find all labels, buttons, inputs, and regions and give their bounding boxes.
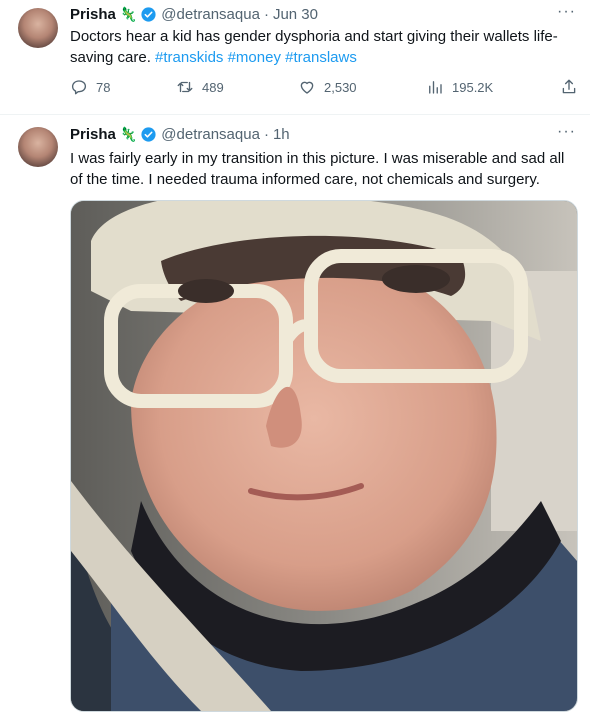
tweet-header: Prisha 🦎 @detransaqua · Jun 30	[70, 6, 318, 23]
hashtag-link[interactable]: #money	[228, 49, 281, 66]
tweet-text: I was fairly early in my transition in t…	[70, 150, 565, 188]
retweet-button[interactable]: 489	[176, 78, 224, 96]
tweet[interactable]: Prisha 🦎 @detransaqua · 1h ··· I was fai…	[0, 115, 590, 717]
reply-button[interactable]: 78	[70, 78, 110, 96]
separator-dot: ·	[263, 126, 269, 143]
avatar[interactable]	[18, 8, 58, 48]
author-handle[interactable]: @detransaqua	[161, 6, 260, 23]
share-icon	[562, 79, 576, 94]
tweet-actions: 78 489 2,530 195.2K	[70, 78, 580, 100]
views-button[interactable]: 195.2K	[426, 78, 493, 96]
verified-badge-icon	[141, 127, 156, 142]
tweet-time[interactable]: Jun 30	[273, 6, 318, 23]
tweet[interactable]: Prisha 🦎 @detransaqua · Jun 30 ··· Docto…	[0, 0, 590, 115]
selfie-photo-image	[71, 201, 577, 711]
share-button[interactable]	[560, 78, 586, 96]
hashtag-link[interactable]: #transkids	[155, 49, 223, 66]
reply-icon	[71, 80, 87, 95]
retweet-count: 489	[202, 79, 224, 95]
author-name[interactable]: Prisha	[70, 126, 116, 143]
more-options-button[interactable]: ···	[557, 3, 576, 21]
tweet-header: Prisha 🦎 @detransaqua · 1h	[70, 126, 290, 143]
verified-badge-icon	[141, 7, 156, 22]
author-handle[interactable]: @detransaqua	[161, 126, 260, 143]
separator-dot: ·	[263, 6, 269, 23]
more-options-button[interactable]: ···	[557, 123, 576, 141]
lizard-emoji-icon: 🦎	[119, 126, 138, 142]
views-chart-icon	[429, 81, 442, 94]
heart-icon	[300, 81, 314, 94]
reply-count: 78	[96, 79, 111, 95]
like-count: 2,530	[324, 79, 357, 95]
tweet-text: Doctors hear a kid has gender dysphoria …	[70, 26, 580, 68]
views-count: 195.2K	[452, 79, 494, 95]
lizard-emoji-icon: 🦎	[119, 6, 138, 22]
tweet-time[interactable]: 1h	[273, 126, 290, 143]
tweet-photo[interactable]	[70, 200, 578, 712]
like-button[interactable]: 2,530	[298, 78, 357, 96]
author-name[interactable]: Prisha	[70, 6, 116, 23]
hashtag-link[interactable]: #translaws	[285, 49, 357, 66]
avatar[interactable]	[18, 127, 58, 167]
retweet-icon	[177, 81, 193, 93]
